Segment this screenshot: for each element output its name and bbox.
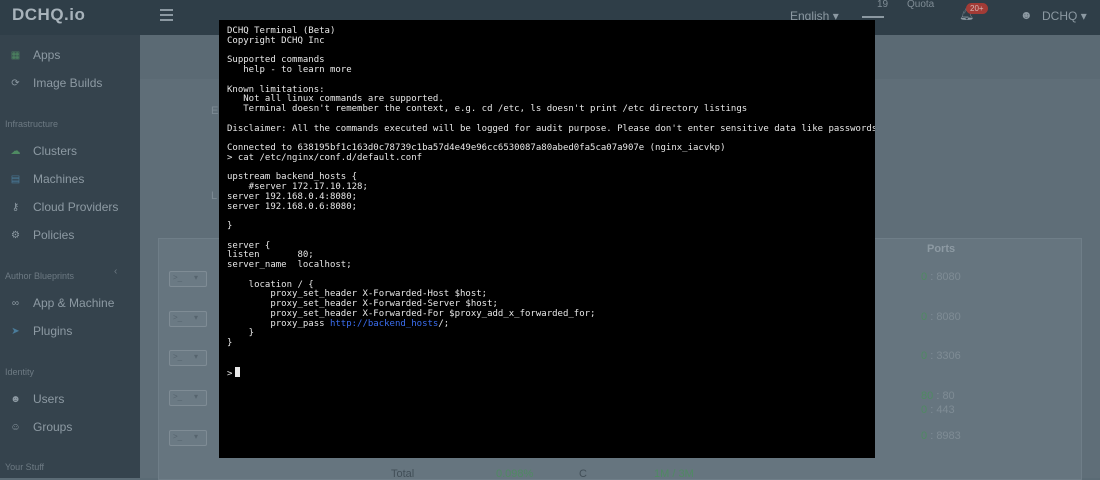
host-port: 0: [921, 430, 928, 442]
sidebar-item-policies[interactable]: ⚙ Policies: [9, 225, 74, 245]
quota-count: 19: [877, 0, 889, 10]
terminal-button[interactable]: >_ ▾: [169, 271, 207, 287]
quota-bar: [862, 16, 884, 18]
sidebar-item-clusters[interactable]: ☁ Clusters: [9, 141, 78, 161]
section-your-stuff: Your Stuff: [5, 462, 45, 472]
app-logo[interactable]: DCHQ.io: [12, 5, 85, 25]
chevron-down-icon: ▾: [194, 273, 199, 282]
chevron-left-icon: ‹: [114, 266, 118, 277]
server-icon: ▤: [10, 173, 21, 185]
container-port: 8080: [936, 311, 961, 323]
terminal-button[interactable]: >_ ▾: [169, 430, 207, 446]
container-port: 80: [942, 390, 955, 402]
terminal-output-text: DCHQ Terminal (Beta) Copyright DCHQ Inc …: [227, 26, 875, 329]
notification-badge: 20+: [966, 3, 988, 14]
terminal-button[interactable]: >_ ▾: [169, 311, 207, 327]
chevron-down-icon: ▾: [194, 313, 199, 322]
terminal-icon: >_: [173, 313, 183, 322]
total-c: C: [579, 468, 587, 480]
port-mapping: 0 : 443: [921, 404, 955, 416]
user-menu[interactable]: DCHQ ▾: [1042, 9, 1087, 23]
sidebar-item-app-machine[interactable]: ∞ App & Machine: [9, 293, 114, 313]
menu-toggle-icon[interactable]: [160, 9, 173, 21]
sidebar-item-image-builds[interactable]: ⟳ Image Builds: [9, 73, 102, 93]
sidebar-item-label: Image Builds: [33, 76, 103, 90]
prompt-symbol: >: [227, 369, 233, 379]
sidebar-item-users[interactable]: ☻ Users: [9, 389, 64, 409]
port-separator: :: [930, 430, 934, 442]
sidebar-item-apps[interactable]: ▦ Apps: [9, 45, 61, 65]
port-separator: :: [930, 350, 934, 362]
total-memory: 1M / 3M: [654, 468, 694, 480]
key-icon: ⚷: [11, 201, 20, 213]
host-port: 0: [921, 271, 928, 283]
chevron-down-icon: ▾: [194, 432, 199, 441]
terminal-cursor: [235, 367, 241, 377]
sidebar: ▦ Apps ⟳ Image Builds Infrastructure ☁ Clus…: [0, 35, 140, 478]
plug-icon: ➤: [11, 325, 20, 337]
section-identity: Identity: [5, 367, 35, 377]
chevron-down-icon: ▾: [194, 352, 199, 361]
terminal-output: DCHQ Terminal (Beta) Copyright DCHQ Inc …: [227, 26, 875, 349]
container-port: 3306: [936, 350, 961, 362]
chevron-down-icon: ▾: [1080, 9, 1087, 23]
user-icon: ☻: [1020, 8, 1033, 22]
total-cpu: 0.098%: [496, 468, 534, 480]
users-icon: ☺: [10, 421, 21, 433]
port-separator: :: [936, 390, 940, 402]
port-separator: :: [930, 404, 934, 416]
sidebar-item-plugins[interactable]: ➤ Plugins: [9, 321, 72, 341]
host-port: 0: [921, 404, 928, 416]
sidebar-item-machines[interactable]: ▤ Machines: [9, 169, 85, 189]
sidebar-item-cloud-providers[interactable]: ⚷ Cloud Providers: [9, 197, 119, 217]
host-port: 80: [921, 390, 934, 402]
section-author-blueprints: Author Blueprints: [5, 271, 75, 281]
port-mapping: 80 : 80: [921, 390, 955, 402]
sidebar-item-label: Users: [33, 392, 65, 406]
host-port: 0: [921, 311, 928, 323]
terminal-prompt[interactable]: >: [227, 367, 241, 379]
refresh-icon: ⟳: [11, 77, 20, 89]
ghost-text: L: [211, 190, 218, 202]
total-label: Total: [391, 468, 415, 480]
section-infrastructure: Infrastructure: [5, 119, 59, 129]
terminal-icon: >_: [173, 392, 183, 401]
terminal-button[interactable]: >_ ▾: [169, 350, 207, 366]
link-icon: ∞: [11, 297, 20, 309]
sidebar-item-label: Plugins: [33, 324, 73, 338]
container-port: 8983: [936, 430, 961, 442]
sidebar-item-groups[interactable]: ☺ Groups: [9, 417, 72, 437]
terminal-window[interactable]: DCHQ Terminal (Beta) Copyright DCHQ Inc …: [219, 20, 875, 458]
sidebar-item-label: Machines: [33, 172, 85, 186]
chevron-down-icon: ▾: [194, 392, 199, 401]
sidebar-item-label: App & Machine: [33, 296, 115, 310]
container-port: 443: [936, 404, 955, 416]
sidebar-item-label: Cloud Providers: [33, 200, 119, 214]
sidebar-item-label: Policies: [33, 228, 75, 242]
quota-link[interactable]: Quota: [907, 0, 934, 10]
ghost-text: E: [211, 105, 219, 117]
sidebar-item-label: Groups: [33, 420, 73, 434]
sidebar-item-label: Apps: [33, 48, 61, 62]
port-mapping: 0 : 8983: [921, 430, 961, 442]
host-port: 0: [921, 350, 928, 362]
apps-grid-icon: ▦: [10, 49, 21, 61]
port-mapping: 0 : 8080: [921, 271, 961, 283]
terminal-button[interactable]: >_ ▾: [169, 390, 207, 406]
container-port: 8080: [936, 271, 961, 283]
terminal-icon: >_: [173, 432, 183, 441]
user-name: DCHQ: [1042, 9, 1078, 23]
port-separator: :: [930, 271, 934, 283]
terminal-link[interactable]: http://backend_hosts: [330, 319, 438, 329]
terminal-icon: >_: [173, 352, 183, 361]
cloud-icon: ☁: [10, 145, 21, 157]
port-mapping: 0 : 8080: [921, 311, 961, 323]
column-header-ports: Ports: [927, 243, 956, 255]
sidebar-item-label: Clusters: [33, 144, 78, 158]
user-icon: ☻: [10, 393, 21, 405]
port-separator: :: [930, 311, 934, 323]
port-mapping: 0 : 3306: [921, 350, 961, 362]
gear-icon: ⚙: [11, 229, 20, 241]
terminal-icon: >_: [173, 273, 183, 282]
